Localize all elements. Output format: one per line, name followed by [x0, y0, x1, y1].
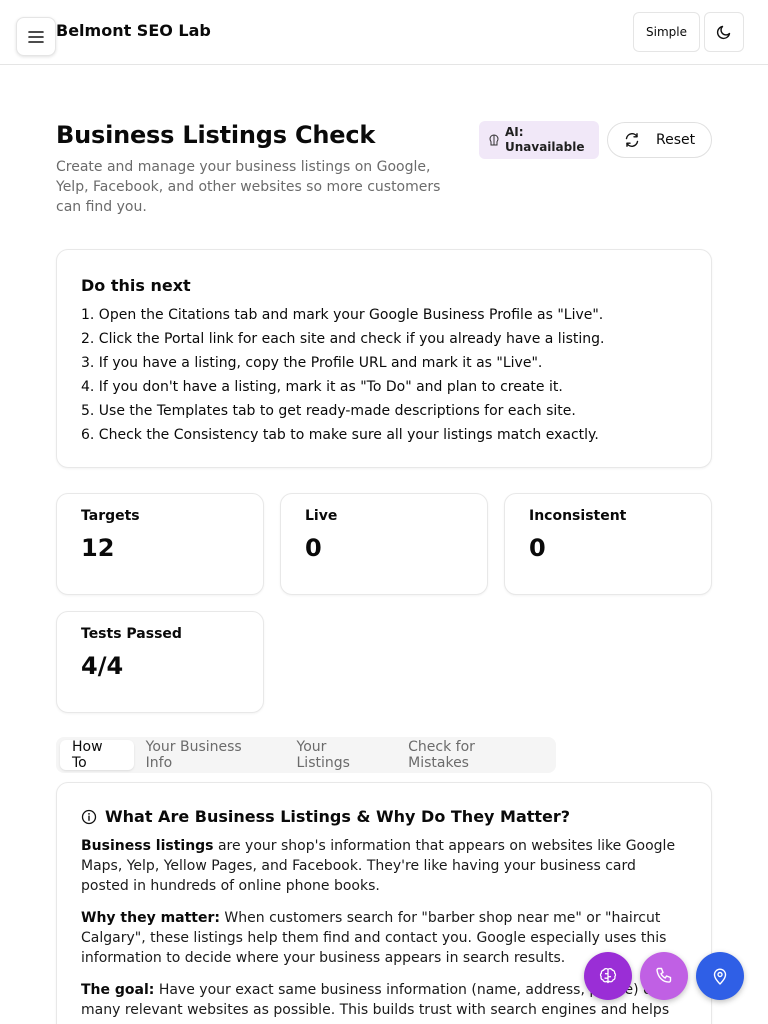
- stat-label: Tests Passed: [81, 626, 182, 642]
- ai-status-text: AI: Unavailable: [505, 125, 589, 155]
- info-icon: [81, 809, 97, 824]
- next-steps-list: 1. Open the Citations tab and mark your …: [81, 303, 687, 447]
- tab-bar: How To Your Business Info Your Listings …: [56, 737, 556, 773]
- stat-label: Targets: [81, 508, 140, 524]
- brain-icon: [599, 968, 617, 984]
- next-step: 2. Click the Portal link for each site a…: [81, 331, 605, 347]
- next-step: 5. Use the Templates tab to get ready-ma…: [81, 403, 576, 419]
- stat-value: 0: [305, 534, 322, 562]
- moon-icon: [716, 25, 731, 40]
- ai-status-label: AI:: [505, 125, 524, 139]
- page-subtitle: Create and manage your business listings…: [56, 159, 441, 215]
- ai-status-badge: AI: Unavailable: [479, 121, 599, 159]
- refresh-icon: [625, 133, 639, 147]
- map-pin-icon: [713, 968, 727, 985]
- theme-toggle-button[interactable]: [704, 12, 744, 52]
- location-button[interactable]: [696, 952, 744, 1000]
- info-term: The goal:: [81, 982, 155, 998]
- tab-how-to[interactable]: How To: [60, 739, 134, 771]
- info-paragraph: Business listings are your shop's inform…: [81, 836, 687, 896]
- next-step: 1. Open the Citations tab and mark your …: [81, 307, 604, 323]
- next-steps-card: Do this next 1. Open the Citations tab a…: [56, 249, 712, 468]
- ai-status-value: Unavailable: [505, 140, 585, 154]
- stat-inconsistent: Inconsistent 0: [504, 493, 712, 595]
- phone-icon: [656, 967, 672, 983]
- info-heading-row: What Are Business Listings & Why Do They…: [81, 807, 687, 826]
- stat-label: Inconsistent: [529, 508, 627, 524]
- tab-your-listings[interactable]: Your Listings: [285, 739, 397, 771]
- stat-value: 4/4: [81, 652, 124, 680]
- ai-assistant-button[interactable]: [584, 952, 632, 1000]
- next-steps-title: Do this next: [81, 276, 191, 295]
- info-term: Business listings: [81, 838, 214, 854]
- stat-tests-passed: Tests Passed 4/4: [56, 611, 264, 713]
- menu-button[interactable]: [16, 17, 56, 56]
- app-title: Belmont SEO Lab: [56, 21, 211, 40]
- next-step: 4. If you don't have a listing, mark it …: [81, 379, 563, 395]
- info-heading: What Are Business Listings & Why Do They…: [105, 807, 571, 826]
- top-bar: Belmont SEO Lab Simple: [0, 0, 768, 65]
- tab-business-info[interactable]: Your Business Info: [134, 739, 285, 771]
- page-title: Business Listings Check: [56, 121, 376, 149]
- mode-toggle-button[interactable]: Simple: [633, 12, 700, 52]
- stat-live: Live 0: [280, 493, 488, 595]
- brain-icon: [489, 134, 499, 146]
- next-step: 3. If you have a listing, copy the Profi…: [81, 355, 543, 371]
- stat-value: 12: [81, 534, 115, 562]
- call-button[interactable]: [640, 952, 688, 1000]
- stat-value: 0: [529, 534, 546, 562]
- stat-targets: Targets 12: [56, 493, 264, 595]
- menu-icon: [28, 30, 44, 43]
- next-step: 6. Check the Consistency tab to make sur…: [81, 427, 599, 443]
- tab-check-mistakes[interactable]: Check for Mistakes: [396, 739, 552, 771]
- info-term: Why they matter:: [81, 910, 220, 926]
- reset-button[interactable]: Reset: [607, 122, 712, 158]
- reset-label: Reset: [656, 132, 696, 148]
- stat-label: Live: [305, 508, 338, 524]
